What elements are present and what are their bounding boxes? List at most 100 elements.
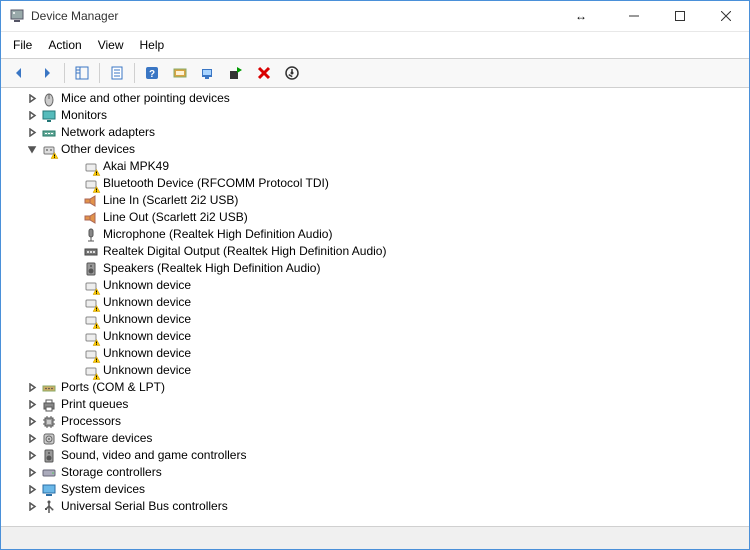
tree-item-label: Other devices bbox=[61, 141, 135, 158]
generic-icon bbox=[83, 312, 99, 328]
menu-action[interactable]: Action bbox=[40, 35, 89, 55]
tree-category[interactable]: Network adapters bbox=[1, 124, 749, 141]
maximize-button[interactable] bbox=[657, 1, 703, 31]
menu-view[interactable]: View bbox=[90, 35, 132, 55]
tree-category[interactable]: Ports (COM & LPT) bbox=[1, 379, 749, 396]
tree-category[interactable]: System devices bbox=[1, 481, 749, 498]
tree-item-label: Line Out (Scarlett 2i2 USB) bbox=[103, 209, 248, 226]
tree-category[interactable]: Mice and other pointing devices bbox=[1, 90, 749, 107]
expand-icon[interactable] bbox=[25, 381, 39, 395]
expand-icon[interactable] bbox=[25, 398, 39, 412]
close-button[interactable] bbox=[703, 1, 749, 31]
expand-icon[interactable] bbox=[25, 432, 39, 446]
expand-icon[interactable] bbox=[25, 92, 39, 106]
expander-spacer bbox=[67, 228, 81, 242]
mouse-icon bbox=[41, 91, 57, 107]
disable-device-button[interactable] bbox=[279, 60, 305, 86]
uninstall-device-button[interactable] bbox=[251, 60, 277, 86]
expander-spacer bbox=[67, 194, 81, 208]
tree-category[interactable]: Other devices bbox=[1, 141, 749, 158]
tree-device[interactable]: Unknown device bbox=[1, 294, 749, 311]
tree-category[interactable]: Sound, video and game controllers bbox=[1, 447, 749, 464]
tree-item-label: Network adapters bbox=[61, 124, 155, 141]
audio-icon bbox=[83, 193, 99, 209]
tree-item-label: Unknown device bbox=[103, 277, 191, 294]
cpu-icon bbox=[41, 414, 57, 430]
tree-device[interactable]: Line Out (Scarlett 2i2 USB) bbox=[1, 209, 749, 226]
expand-icon[interactable] bbox=[25, 483, 39, 497]
tree-category[interactable]: Universal Serial Bus controllers bbox=[1, 498, 749, 515]
tree-device[interactable]: Line In (Scarlett 2i2 USB) bbox=[1, 192, 749, 209]
toolbar: ? bbox=[1, 58, 749, 88]
generic-icon bbox=[83, 329, 99, 345]
scan-hardware-button[interactable] bbox=[167, 60, 193, 86]
expander-spacer bbox=[67, 279, 81, 293]
tree-device[interactable]: Unknown device bbox=[1, 328, 749, 345]
expander-spacer bbox=[67, 262, 81, 276]
collapse-icon[interactable] bbox=[25, 143, 39, 157]
digital-icon bbox=[83, 244, 99, 260]
tree-device[interactable]: Unknown device bbox=[1, 277, 749, 294]
warning-badge-icon bbox=[92, 372, 101, 381]
expand-icon[interactable] bbox=[25, 500, 39, 514]
update-driver-button[interactable] bbox=[195, 60, 221, 86]
tree-item-label: Unknown device bbox=[103, 345, 191, 362]
expand-icon[interactable] bbox=[25, 449, 39, 463]
tree-category[interactable]: Software devices bbox=[1, 430, 749, 447]
menu-file[interactable]: File bbox=[5, 35, 40, 55]
minimize-button[interactable] bbox=[611, 1, 657, 31]
svg-text:?: ? bbox=[149, 69, 155, 80]
speaker-icon bbox=[41, 448, 57, 464]
menu-bar: File Action View Help bbox=[1, 32, 749, 58]
tree-item-label: Universal Serial Bus controllers bbox=[61, 498, 228, 515]
generic-icon bbox=[83, 346, 99, 362]
audio-icon bbox=[83, 210, 99, 226]
printer-icon bbox=[41, 397, 57, 413]
properties-button[interactable] bbox=[104, 60, 130, 86]
tree-device[interactable]: Bluetooth Device (RFCOMM Protocol TDI) bbox=[1, 175, 749, 192]
enable-device-button[interactable] bbox=[223, 60, 249, 86]
tree-device[interactable]: Akai MPK49 bbox=[1, 158, 749, 175]
expand-icon[interactable] bbox=[25, 466, 39, 480]
expander-spacer bbox=[67, 211, 81, 225]
tree-device[interactable]: Unknown device bbox=[1, 345, 749, 362]
show-hide-console-tree-button[interactable] bbox=[69, 60, 95, 86]
generic-icon bbox=[83, 278, 99, 294]
tree-item-label: Unknown device bbox=[103, 311, 191, 328]
tree-item-label: System devices bbox=[61, 481, 145, 498]
device-tree[interactable]: Mice and other pointing devicesMonitorsN… bbox=[1, 88, 749, 526]
status-bar bbox=[1, 526, 749, 549]
generic-icon bbox=[83, 176, 99, 192]
expand-icon[interactable] bbox=[25, 126, 39, 140]
expand-icon[interactable] bbox=[25, 109, 39, 123]
tree-device[interactable]: Microphone (Realtek High Definition Audi… bbox=[1, 226, 749, 243]
monitor-icon bbox=[41, 108, 57, 124]
tree-category[interactable]: Processors bbox=[1, 413, 749, 430]
generic-icon bbox=[83, 295, 99, 311]
tree-device[interactable]: Realtek Digital Output (Realtek High Def… bbox=[1, 243, 749, 260]
forward-button[interactable] bbox=[34, 60, 60, 86]
tree-item-label: Akai MPK49 bbox=[103, 158, 169, 175]
tree-item-label: Sound, video and game controllers bbox=[61, 447, 246, 464]
back-button[interactable] bbox=[6, 60, 32, 86]
tree-item-label: Speakers (Realtek High Definition Audio) bbox=[103, 260, 320, 277]
tree-device[interactable]: Speakers (Realtek High Definition Audio) bbox=[1, 260, 749, 277]
tree-item-label: Print queues bbox=[61, 396, 128, 413]
tree-device[interactable]: Unknown device bbox=[1, 362, 749, 379]
tree-device[interactable]: Unknown device bbox=[1, 311, 749, 328]
speaker-icon bbox=[83, 261, 99, 277]
tree-category[interactable]: Monitors bbox=[1, 107, 749, 124]
tree-item-label: Microphone (Realtek High Definition Audi… bbox=[103, 226, 332, 243]
warning-badge-icon bbox=[50, 151, 59, 160]
expand-icon[interactable] bbox=[25, 415, 39, 429]
menu-help[interactable]: Help bbox=[132, 35, 173, 55]
tree-item-label: Bluetooth Device (RFCOMM Protocol TDI) bbox=[103, 175, 329, 192]
app-icon bbox=[9, 8, 25, 24]
expander-spacer bbox=[67, 160, 81, 174]
tree-category[interactable]: Print queues bbox=[1, 396, 749, 413]
tree-item-label: Realtek Digital Output (Realtek High Def… bbox=[103, 243, 386, 260]
network-icon bbox=[41, 125, 57, 141]
ports-icon bbox=[41, 380, 57, 396]
tree-category[interactable]: Storage controllers bbox=[1, 464, 749, 481]
help-button[interactable]: ? bbox=[139, 60, 165, 86]
